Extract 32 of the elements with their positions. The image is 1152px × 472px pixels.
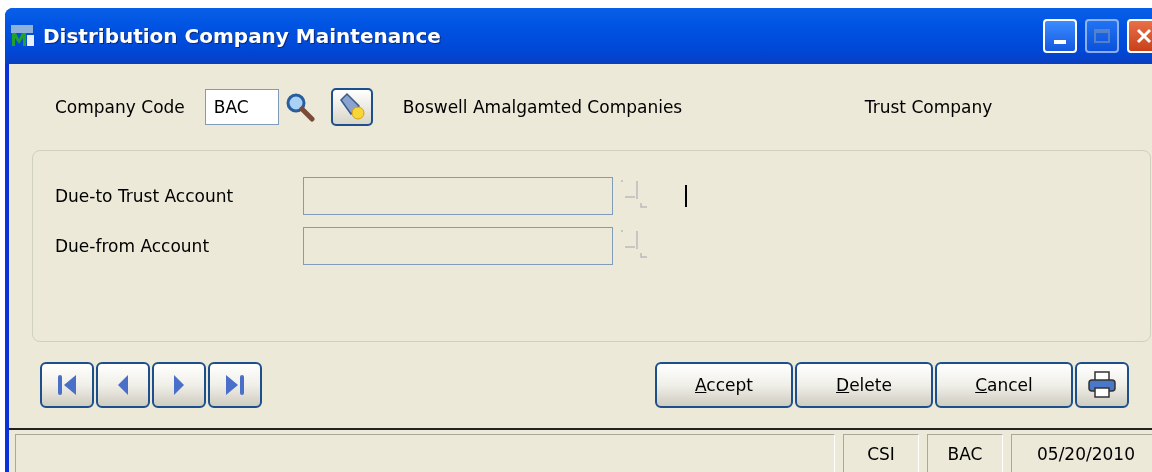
status-text: 05/20/2010 [1011, 434, 1152, 472]
previous-record-button[interactable] [96, 362, 150, 408]
next-record-button[interactable] [152, 362, 206, 408]
app-icon [11, 25, 35, 47]
field-label: Due-from Account [55, 236, 211, 256]
last-record-icon [224, 373, 246, 397]
close-button[interactable] [1127, 19, 1152, 53]
previous-record-icon [116, 373, 130, 397]
action-button[interactable]: Delete [795, 362, 933, 408]
minimize-button[interactable] [1043, 19, 1077, 53]
first-record-button[interactable] [40, 362, 94, 408]
company-name: Boswell Amalgamted Companies [402, 97, 684, 117]
close-icon [1135, 27, 1152, 45]
action-button[interactable]: Accept [655, 362, 793, 408]
company-code-field[interactable]: BAC [204, 89, 279, 125]
next-record-icon [172, 373, 186, 397]
printer-icon [1087, 371, 1117, 399]
last-record-button[interactable] [208, 362, 262, 408]
flashlight-button[interactable] [330, 88, 373, 126]
status-text: BAC [927, 434, 1003, 472]
field-label: Due-to Trust Account [55, 186, 235, 206]
maximize-button[interactable] [1085, 19, 1119, 53]
window-title: Distribution Company Maintenance [43, 24, 442, 48]
company-code-label: Company Code [55, 97, 185, 117]
company-type: Trust Company [864, 97, 993, 117]
status-text: CSI [843, 434, 919, 472]
first-record-icon [56, 373, 78, 397]
action-button[interactable]: Cancel [935, 362, 1073, 408]
print-button[interactable] [1075, 362, 1129, 408]
account-field[interactable] [303, 227, 613, 265]
account-field[interactable] [303, 177, 613, 215]
search-icon[interactable] [284, 92, 315, 122]
